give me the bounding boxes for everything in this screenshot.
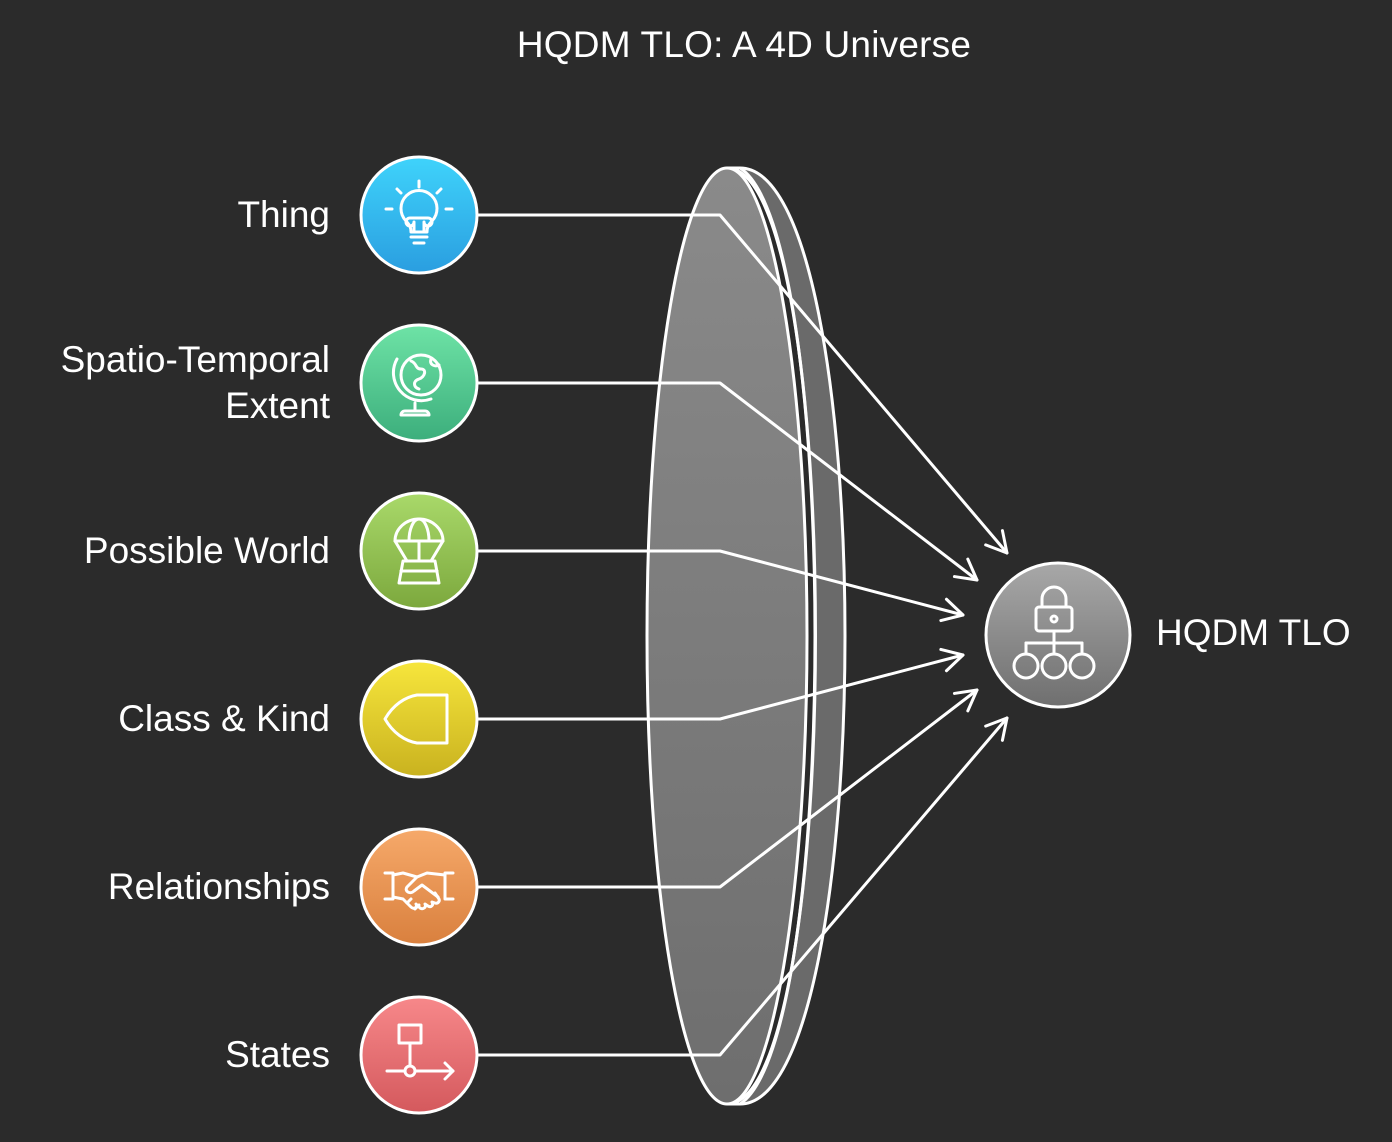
- label-class-kind: Class & Kind: [118, 698, 330, 739]
- input-node: [359, 155, 479, 275]
- input-node: [359, 491, 479, 611]
- input-node: [359, 827, 479, 947]
- input-node-circle: [359, 155, 479, 275]
- label-possible-world: Possible World: [83, 530, 330, 571]
- label-thing: Thing: [237, 194, 330, 235]
- input-node: [359, 995, 479, 1115]
- hub-label: HQDM TLO: [1156, 612, 1351, 653]
- input-node-circle: [359, 995, 479, 1115]
- input-node-circle: [359, 659, 479, 779]
- input-node: [359, 323, 479, 443]
- lens-face: [645, 166, 809, 1106]
- input-node: [359, 659, 479, 779]
- input-nodes: [359, 155, 479, 1115]
- label-relationships: Relationships: [107, 866, 330, 907]
- diagram-canvas: HQDM TLO: A 4D Universe Thing Spatio-Tem…: [0, 0, 1392, 1142]
- lens: [645, 166, 847, 1106]
- label-spatio-temporal-extent: Spatio-Temporal Extent: [60, 339, 330, 426]
- hub-node: [984, 561, 1132, 709]
- input-node-circle: [359, 323, 479, 443]
- label-states: States: [225, 1034, 330, 1075]
